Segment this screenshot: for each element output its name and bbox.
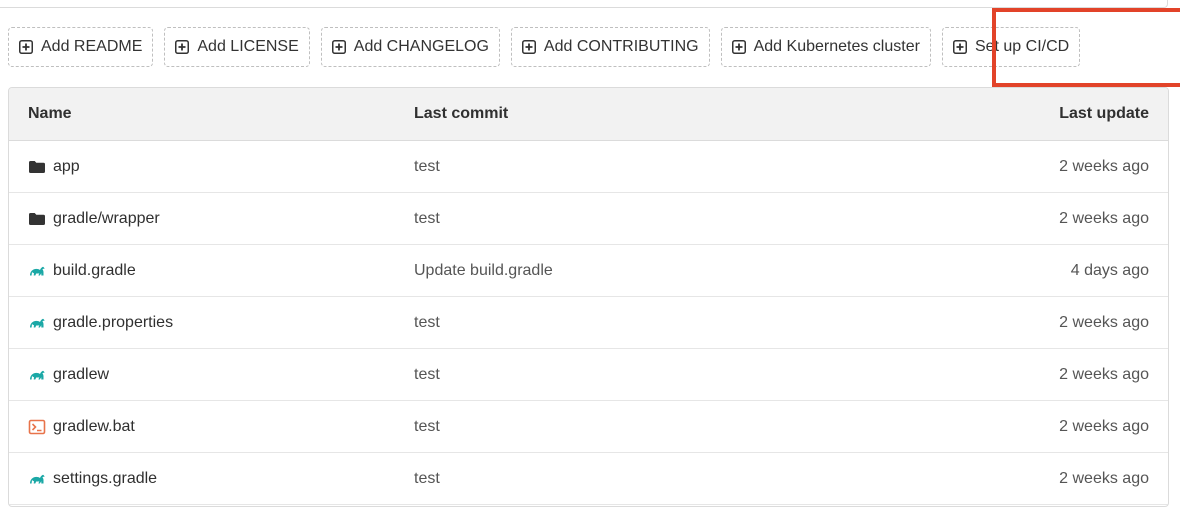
file-tree-table: Name Last commit Last update app test 2 … (8, 87, 1169, 507)
folder-icon (29, 212, 45, 225)
last-update-time: 2 weeks ago (1059, 365, 1149, 383)
table-header: Name Last commit Last update (9, 88, 1168, 141)
add-contributing-label: Add CONTRIBUTING (543, 38, 699, 55)
commit-message-link[interactable]: test (394, 366, 894, 384)
commit-message-link[interactable]: test (394, 470, 894, 488)
add-license-button[interactable]: Add LICENSE (164, 27, 310, 67)
table-row[interactable]: gradlew.bat test 2 weeks ago (9, 401, 1168, 453)
table-row[interactable]: gradle/wrapper test 2 weeks ago (9, 193, 1168, 245)
table-row[interactable]: gradlew test 2 weeks ago (9, 349, 1168, 401)
file-name-link[interactable]: gradlew (53, 366, 109, 384)
last-update-time: 2 weeks ago (1059, 469, 1149, 487)
commit-message-link[interactable]: Update build.gradle (394, 262, 894, 280)
plus-square-icon (731, 40, 746, 54)
top-panel-edge (0, 0, 1168, 8)
table-row[interactable]: build.gradle Update build.gradle 4 days … (9, 245, 1168, 297)
plus-square-icon (175, 40, 190, 54)
commit-message-link[interactable]: test (394, 210, 894, 228)
plus-square-icon (521, 40, 536, 54)
folder-icon (29, 160, 45, 173)
file-name-link[interactable]: gradle.properties (53, 314, 173, 332)
add-contributing-button[interactable]: Add CONTRIBUTING (510, 27, 710, 67)
gradle-icon (30, 474, 45, 483)
commit-message-link[interactable]: test (394, 158, 894, 176)
table-row[interactable]: settings.gradle test 2 weeks ago (9, 453, 1168, 505)
name-column-header: Name (28, 105, 72, 122)
gradle-icon (30, 370, 45, 379)
commit-message-link[interactable]: test (394, 418, 894, 436)
table-row[interactable]: app test 2 weeks ago (9, 141, 1168, 193)
highlight-box (992, 8, 1180, 87)
file-name-link[interactable]: settings.gradle (53, 470, 157, 488)
add-changelog-button[interactable]: Add CHANGELOG (320, 27, 500, 67)
last-update-time: 2 weeks ago (1059, 209, 1149, 227)
gradle-icon (30, 318, 45, 327)
last-update-time: 4 days ago (1070, 261, 1149, 279)
plus-square-icon (19, 40, 33, 54)
file-name-link[interactable]: gradle/wrapper (53, 210, 160, 228)
last-commit-column-header: Last commit (414, 105, 509, 122)
plus-square-icon (952, 40, 967, 54)
add-changelog-label: Add CHANGELOG (353, 38, 489, 55)
table-row[interactable]: gradle.properties test 2 weeks ago (9, 297, 1168, 349)
last-update-time: 2 weeks ago (1059, 157, 1149, 175)
plus-square-icon (331, 40, 346, 54)
file-name-link[interactable]: gradlew.bat (53, 418, 135, 436)
last-update-time: 2 weeks ago (1059, 417, 1149, 435)
terminal-icon (28, 419, 46, 434)
add-readme-button[interactable]: Add README (8, 27, 154, 67)
add-readme-label: Add README (41, 38, 143, 55)
gradle-icon (30, 266, 45, 275)
repo-quick-actions: Add README Add LICENSE Add CHANGELOG Add… (8, 27, 1081, 67)
add-license-label: Add LICENSE (197, 38, 299, 55)
file-name-link[interactable]: build.gradle (53, 262, 136, 280)
commit-message-link[interactable]: test (394, 314, 894, 332)
add-kubernetes-cluster-button[interactable]: Add Kubernetes cluster (720, 27, 931, 67)
file-name-link[interactable]: app (53, 158, 80, 176)
last-update-time: 2 weeks ago (1059, 313, 1149, 331)
add-kubernetes-cluster-label: Add Kubernetes cluster (753, 38, 920, 55)
last-update-column-header: Last update (1059, 105, 1149, 122)
